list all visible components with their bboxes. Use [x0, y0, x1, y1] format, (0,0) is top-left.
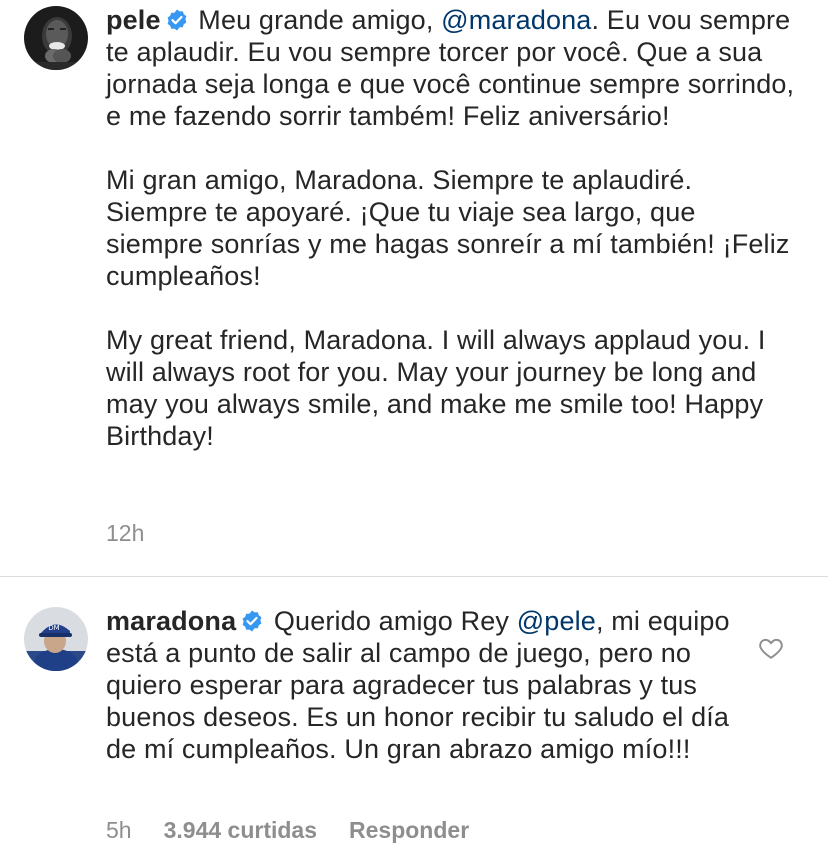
- username[interactable]: pele: [106, 5, 161, 35]
- comment-body: maradona Querido amigo Rey @pele, mi equ…: [106, 605, 746, 765]
- comment-meta: 12h: [106, 520, 144, 547]
- mention-link[interactable]: @pele: [517, 606, 596, 636]
- comment-meta: 5h 3.944 curtidas Responder: [106, 817, 469, 844]
- comment-paragraph-spanish: Mi gran amigo, Maradona. Siempre te apla…: [106, 165, 790, 291]
- comment-body: pele Meu grande amigo, @maradona. Eu vou…: [106, 4, 796, 452]
- verified-badge-icon: [240, 608, 264, 632]
- comment-text: Meu grande amigo,: [198, 5, 442, 35]
- avatar-maradona[interactable]: DM: [24, 607, 88, 671]
- comment-time: 12h: [106, 520, 145, 546]
- comment-maradona: DM maradona Querido amigo Rey @pele, mi …: [0, 577, 828, 868]
- likes-count[interactable]: 3.944 curtidas: [164, 817, 317, 844]
- comment-time: 5h: [106, 817, 132, 843]
- heart-icon[interactable]: [758, 635, 784, 661]
- verified-badge-icon: [165, 7, 189, 31]
- avatar-pele[interactable]: [24, 6, 88, 70]
- comment-pele: pele Meu grande amigo, @maradona. Eu vou…: [0, 0, 828, 576]
- svg-text:DM: DM: [48, 624, 59, 632]
- comment-paragraph-english: My great friend, Maradona. I will always…: [106, 325, 766, 451]
- reply-button[interactable]: Responder: [349, 817, 469, 844]
- username[interactable]: maradona: [106, 606, 236, 636]
- mention-link[interactable]: @maradona: [441, 5, 591, 35]
- comment-text: Querido amigo Rey: [273, 606, 517, 636]
